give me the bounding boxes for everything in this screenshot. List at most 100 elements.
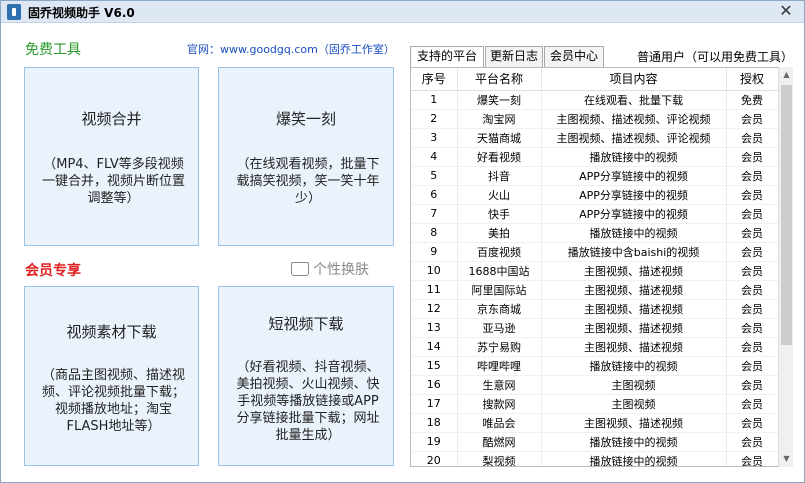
table-cell: 苏宁易购: [457, 337, 542, 357]
table-cell: 主图视频、描述视频: [541, 318, 727, 338]
table-cell: APP分享链接中的视频: [541, 204, 727, 224]
column-header[interactable]: 平台名称: [457, 68, 542, 91]
table-cell: 会员: [726, 204, 779, 224]
table-row[interactable]: 11 阿里国际站 主图视频、描述视频 会员: [411, 280, 779, 300]
table-row[interactable]: 19 酷燃网 播放链接中的视频 会员: [411, 432, 779, 452]
table-cell: 会员: [726, 432, 779, 452]
skin-button[interactable]: 个性换肤: [291, 259, 369, 279]
scroll-thumb[interactable]: [781, 85, 792, 345]
table-row[interactable]: 9 百度视频 播放链接中含baishi的视频 会员: [411, 242, 779, 262]
table-cell: 抖音: [457, 166, 542, 186]
short-video-download-card[interactable]: 短视频下载 （好看视频、抖音视频、美拍视频、火山视频、快手视频等播放链接或APP…: [218, 286, 394, 466]
table-cell: 搜款网: [457, 394, 542, 414]
table-row[interactable]: 7 快手 APP分享链接中的视频 会员: [411, 204, 779, 224]
table-cell: 6: [411, 185, 458, 205]
table-cell: 酷燃网: [457, 432, 542, 452]
vertical-scrollbar[interactable]: ▲ ▼: [778, 67, 793, 467]
table-row[interactable]: 15 哔哩哔哩 播放链接中的视频 会员: [411, 356, 779, 376]
table-cell: 免费: [726, 90, 779, 110]
table-row[interactable]: 20 梨视频 播放链接中的视频 会员: [411, 451, 779, 466]
table-cell: 播放链接中的视频: [541, 223, 727, 243]
video-merge-card[interactable]: 视频合并 （MP4、FLV等多段视频一键合并，视频片断位置调整等）: [24, 67, 199, 246]
table-cell: 主图视频、描述视频: [541, 280, 727, 300]
table-row[interactable]: 13 亚马逊 主图视频、描述视频 会员: [411, 318, 779, 338]
scroll-up-icon[interactable]: ▲: [779, 67, 794, 83]
card-desc: （商品主图视频、描述视频、评论视频批量下载；视频播放地址；淘宝FLASH地址等）: [41, 368, 185, 434]
table-cell: 主图视频、描述视频、评论视频: [541, 109, 727, 129]
table-row[interactable]: 18 唯品会 主图视频、描述视频 会员: [411, 413, 779, 433]
table-cell: 播放链接中含baishi的视频: [541, 242, 727, 262]
table-cell: APP分享链接中的视频: [541, 185, 727, 205]
table-row[interactable]: 14 苏宁易购 主图视频、描述视频 会员: [411, 337, 779, 357]
member-section-label: 会员专享: [25, 263, 81, 279]
close-button[interactable]: ✕: [768, 1, 804, 22]
official-site-link[interactable]: 官网：www.goodgq.com（固乔工作室）: [187, 41, 395, 57]
table-cell: 9: [411, 242, 458, 262]
table-row[interactable]: 2 淘宝网 主图视频、描述视频、评论视频 会员: [411, 109, 779, 129]
tab-changelog[interactable]: 更新日志: [485, 46, 543, 67]
table-cell: 1688中国站: [457, 261, 542, 281]
table-cell: 主图视频、描述视频: [541, 299, 727, 319]
table-cell: 阿里国际站: [457, 280, 542, 300]
table-cell: 百度视频: [457, 242, 542, 262]
table-row[interactable]: 16 生意网 主图视频 会员: [411, 375, 779, 395]
table-cell: 17: [411, 394, 458, 414]
table-cell: 快手: [457, 204, 542, 224]
card-desc: （在线观看视频，批量下载搞笑视频，笑一笑十年少）: [236, 157, 380, 206]
table-cell: 4: [411, 147, 458, 167]
table-cell: 播放链接中的视频: [541, 432, 727, 452]
table-row[interactable]: 17 搜款网 主图视频 会员: [411, 394, 779, 414]
table-row[interactable]: 10 1688中国站 主图视频、描述视频 会员: [411, 261, 779, 281]
material-download-card[interactable]: 视频素材下载 （商品主图视频、描述视频、评论视频批量下载；视频播放地址；淘宝FL…: [24, 286, 199, 466]
table-row[interactable]: 3 天猫商城 主图视频、描述视频、评论视频 会员: [411, 128, 779, 148]
table-row[interactable]: 12 京东商城 主图视频、描述视频 会员: [411, 299, 779, 319]
table-row[interactable]: 5 抖音 APP分享链接中的视频 会员: [411, 166, 779, 186]
column-header[interactable]: 序号: [411, 68, 458, 91]
table-row[interactable]: 4 好看视频 播放链接中的视频 会员: [411, 147, 779, 167]
table-cell: 会员: [726, 394, 779, 414]
window-title: 固乔视频助手 V6.0: [28, 6, 135, 20]
table-cell: 会员: [726, 413, 779, 433]
table-cell: 播放链接中的视频: [541, 451, 727, 466]
table-cell: 会员: [726, 375, 779, 395]
table-cell: 爆笑一刻: [457, 90, 542, 110]
platform-table[interactable]: 序号 平台名称 项目内容 授权 1 爆笑一刻 在线观看、批量下载 免费 2 淘宝网 主图视频…: [410, 67, 793, 467]
table-cell: 会员: [726, 318, 779, 338]
funny-moment-card[interactable]: 爆笑一刻 （在线观看视频，批量下载搞笑视频，笑一笑十年少）: [218, 67, 394, 246]
column-header[interactable]: 授权: [726, 68, 779, 91]
table-cell: 7: [411, 204, 458, 224]
table-cell: 唯品会: [457, 413, 542, 433]
table-row[interactable]: 6 火山 APP分享链接中的视频 会员: [411, 185, 779, 205]
skin-label: 个性换肤: [313, 262, 369, 278]
table-cell: 会员: [726, 242, 779, 262]
tab-platforms[interactable]: 支持的平台: [410, 46, 484, 68]
table-cell: 主图视频: [541, 394, 727, 414]
table-cell: 火山: [457, 185, 542, 205]
table-cell: 主图视频、描述视频、评论视频: [541, 128, 727, 148]
table-cell: 主图视频: [541, 375, 727, 395]
title-bar: 固乔视频助手 V6.0 ✕: [1, 1, 804, 23]
table-cell: 美拍: [457, 223, 542, 243]
card-title: 爆笑一刻: [275, 110, 336, 128]
column-header[interactable]: 项目内容: [541, 68, 727, 91]
table-cell: 淘宝网: [457, 109, 542, 129]
free-tools-label: 免费工具: [25, 42, 81, 58]
table-row[interactable]: 8 美拍 播放链接中的视频 会员: [411, 223, 779, 243]
table-cell: 20: [411, 451, 458, 466]
table-cell: 11: [411, 280, 458, 300]
table-cell: 生意网: [457, 375, 542, 395]
table-cell: 19: [411, 432, 458, 452]
table-cell: 16: [411, 375, 458, 395]
table-cell: 会员: [726, 147, 779, 167]
card-desc: （好看视频、抖音视频、美拍视频、火山视频、快手视频等播放链接或APP分享链接批量…: [236, 360, 380, 443]
tab-member-center[interactable]: 会员中心: [544, 46, 604, 67]
table-cell: 会员: [726, 451, 779, 466]
table-cell: 在线观看、批量下载: [541, 90, 727, 110]
table-cell: 会员: [726, 261, 779, 281]
scroll-down-icon[interactable]: ▼: [779, 451, 794, 467]
table-cell: 会员: [726, 109, 779, 129]
table-cell: 10: [411, 261, 458, 281]
table-cell: 会员: [726, 223, 779, 243]
card-title: 视频合并: [81, 110, 142, 128]
table-row[interactable]: 1 爆笑一刻 在线观看、批量下载 免费: [411, 90, 779, 110]
